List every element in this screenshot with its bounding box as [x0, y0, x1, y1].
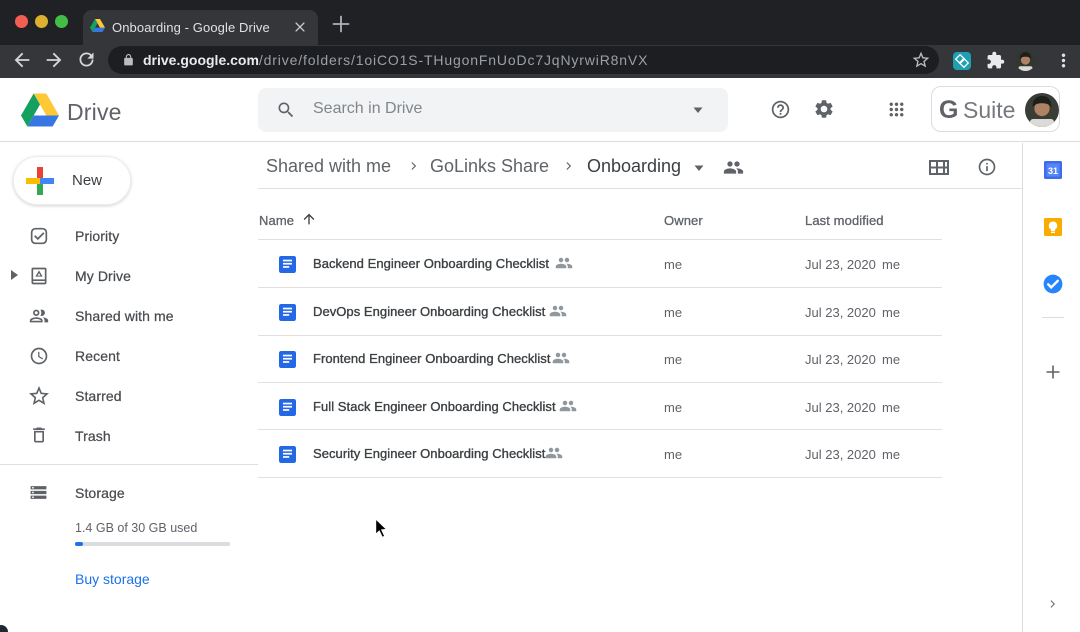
svg-text:31: 31: [1048, 166, 1058, 176]
